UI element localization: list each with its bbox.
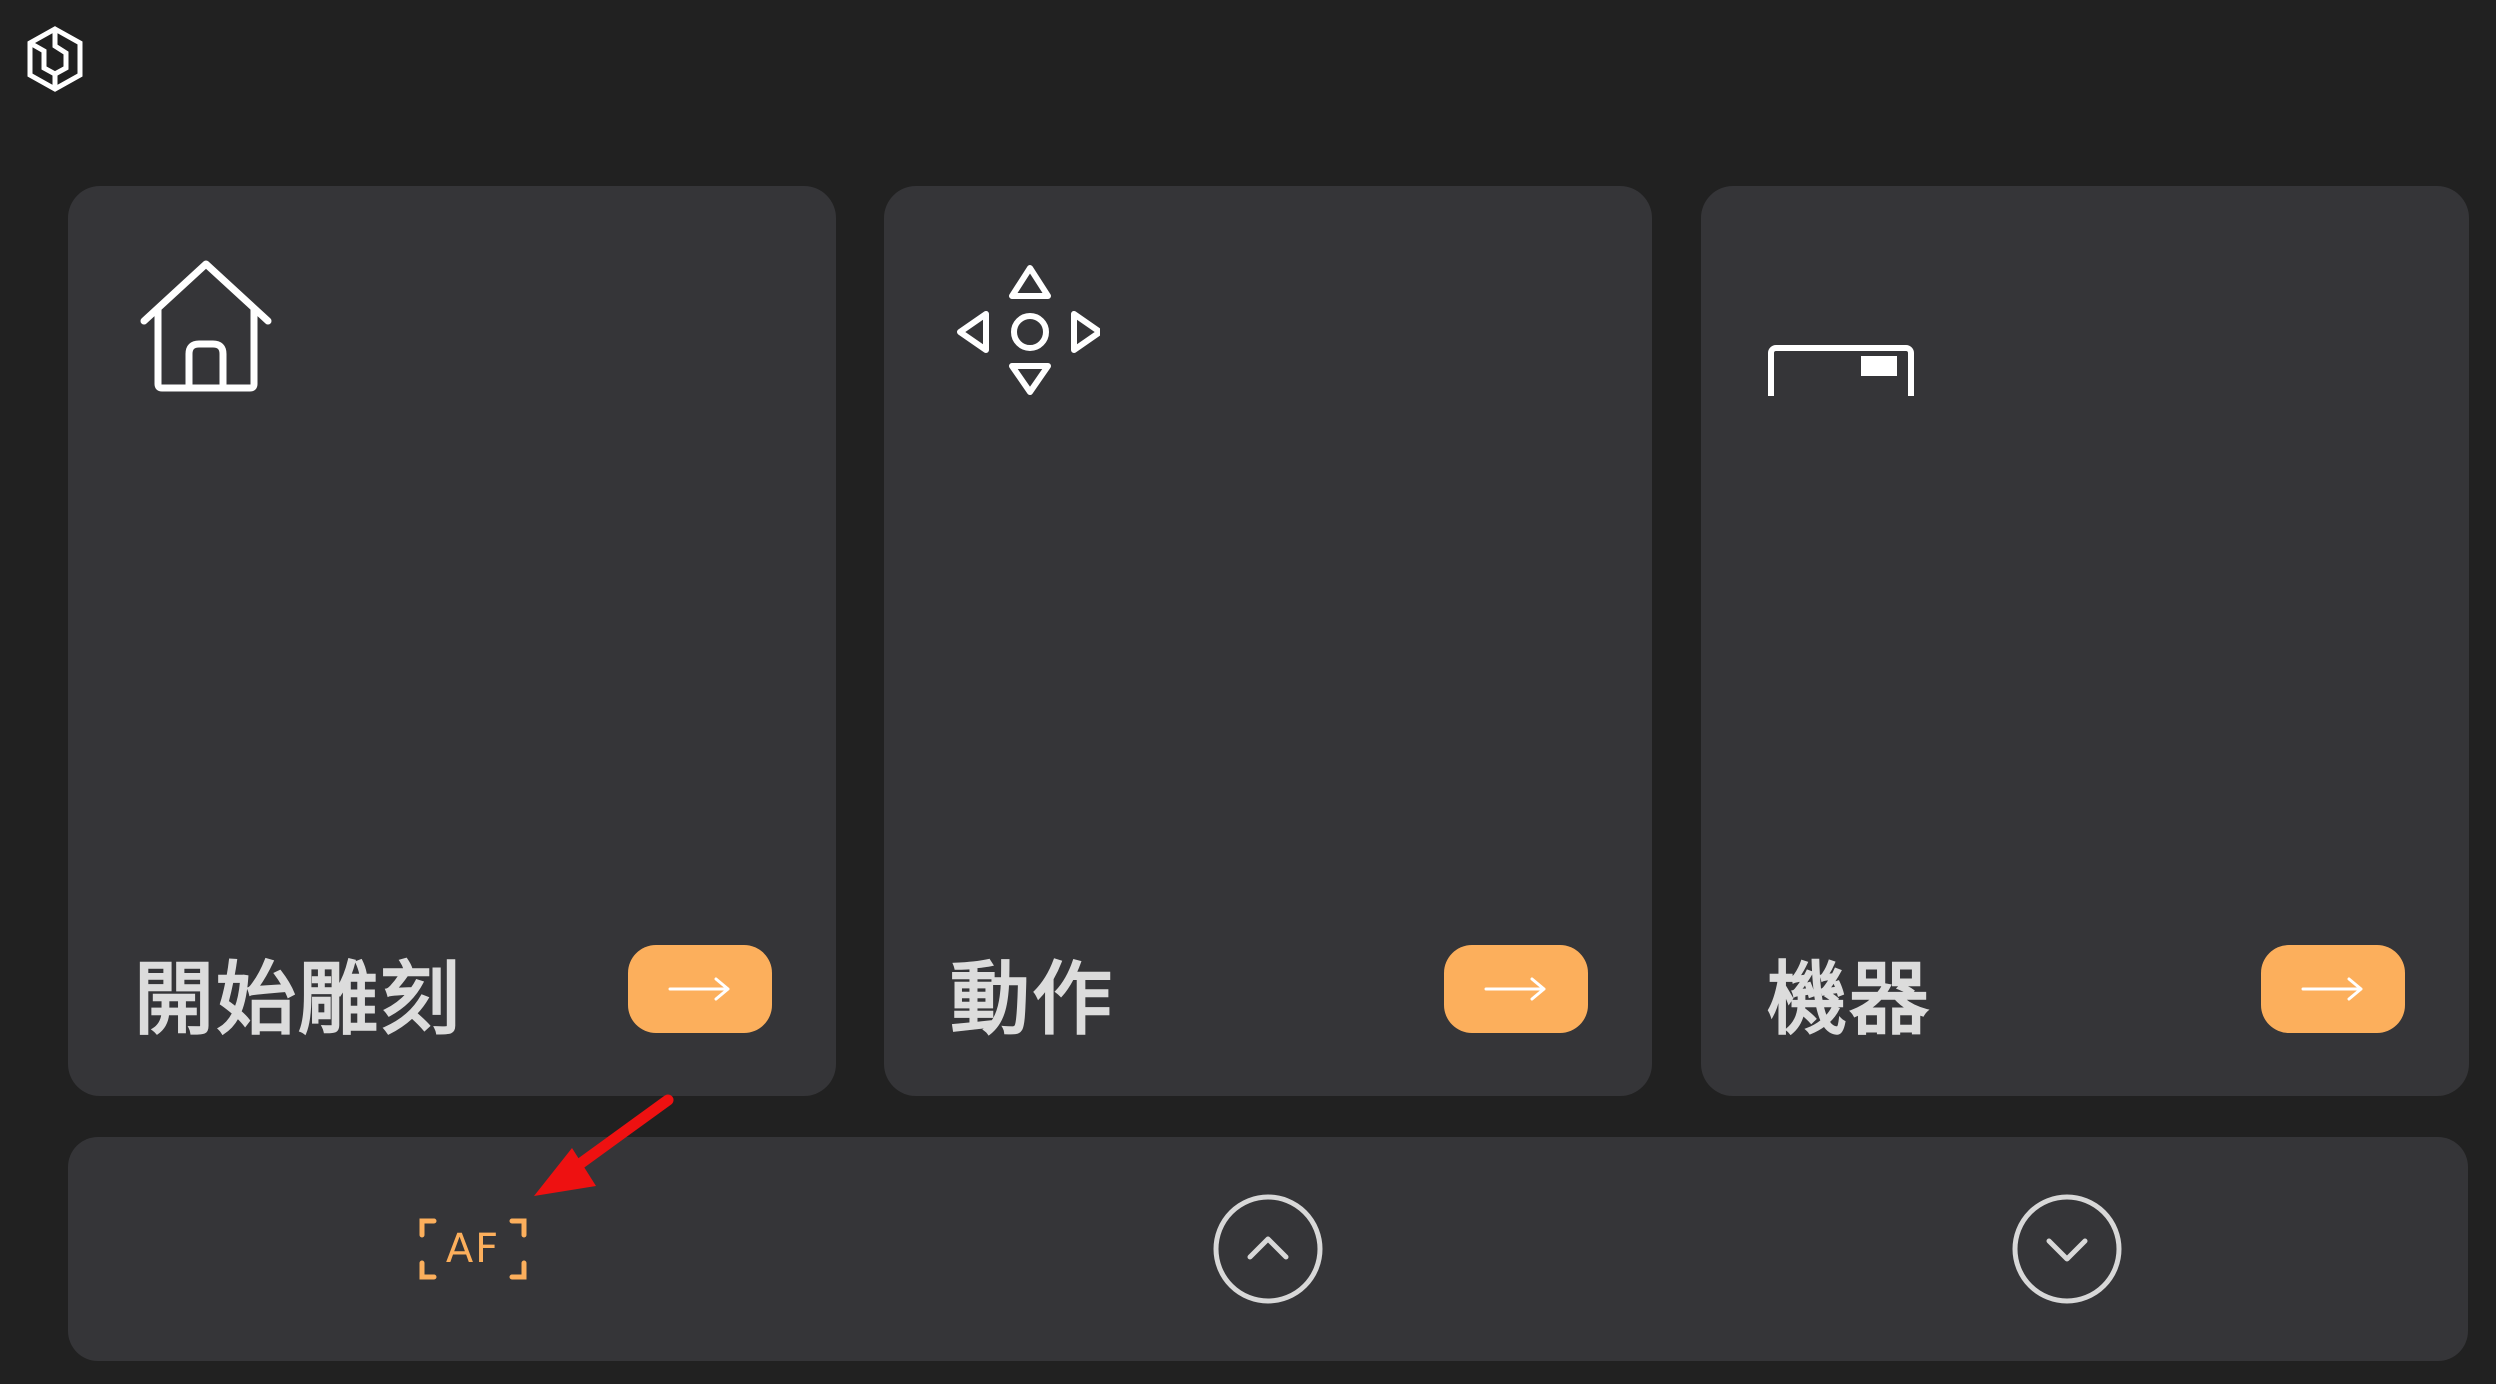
move-down-button[interactable]	[2011, 1193, 2123, 1305]
af-label: AF	[445, 1226, 501, 1272]
machine-arrow-button[interactable]	[2261, 945, 2405, 1033]
hexagon-logo-icon	[26, 26, 84, 92]
arrow-right-icon	[2301, 977, 2363, 1001]
chevron-up-circle-icon	[1213, 1194, 1323, 1304]
card-label: 開始雕刻	[134, 953, 462, 1046]
card-machine[interactable]: 機器	[1701, 186, 2469, 1096]
chevron-down-circle-icon	[2012, 1194, 2122, 1304]
arrow-right-icon	[668, 977, 730, 1001]
card-label: 機器	[1767, 953, 1931, 1046]
move-up-button[interactable]	[1212, 1193, 1324, 1305]
app-screen: 開始雕刻 動作 機器 AF	[0, 0, 2496, 1384]
home-icon	[134, 256, 284, 396]
machine-icon	[1767, 256, 1917, 409]
arrow-right-icon	[1484, 977, 1546, 1001]
motion-arrow-button[interactable]	[1444, 945, 1588, 1033]
card-motion[interactable]: 動作	[884, 186, 1652, 1096]
card-label: 動作	[950, 953, 1114, 1046]
autofocus-button[interactable]: AF	[408, 1193, 538, 1305]
card-start-engraving[interactable]: 開始雕刻	[68, 186, 836, 1096]
bottom-control-bar: AF	[68, 1137, 2468, 1361]
start-engraving-arrow-button[interactable]	[628, 945, 772, 1033]
dpad-move-icon	[950, 256, 1103, 396]
